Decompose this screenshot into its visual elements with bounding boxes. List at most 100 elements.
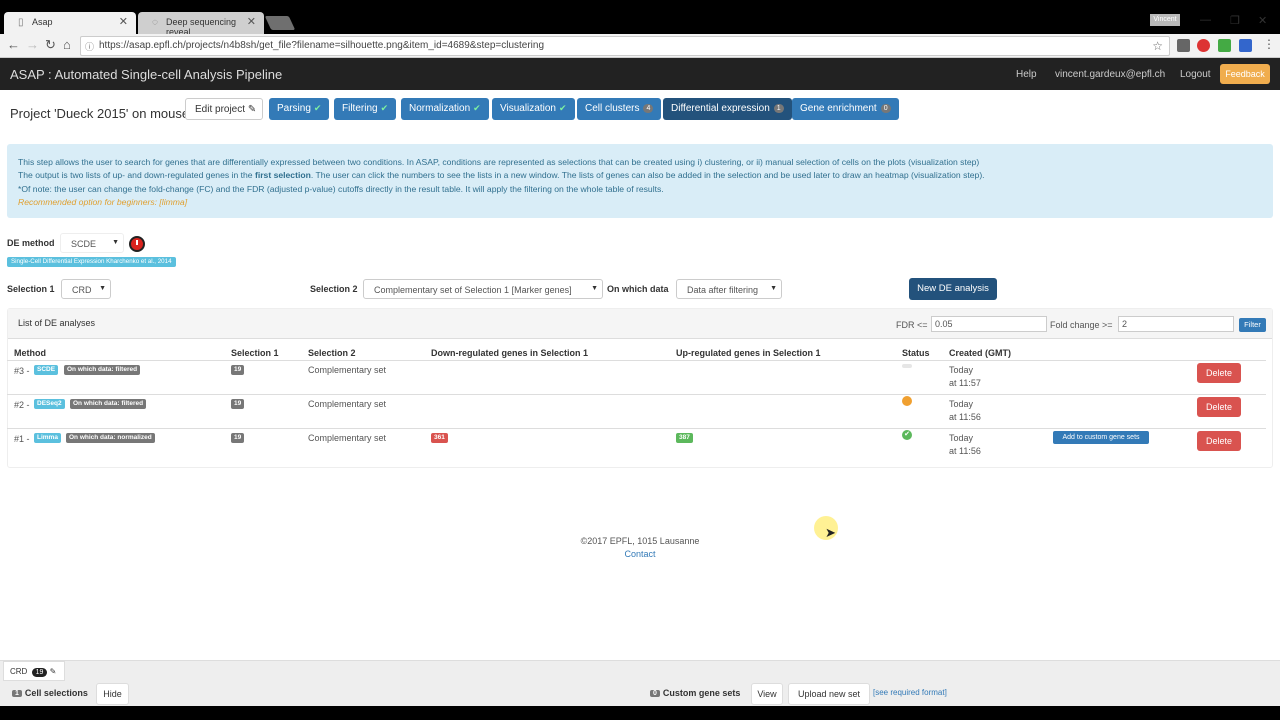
pencil-icon[interactable]: ✎ — [50, 667, 57, 676]
filter-button[interactable]: Filter — [1239, 318, 1266, 332]
url-input[interactable]: ⓘ https://asap.epfl.ch/projects/n4b8sh/g… — [80, 36, 1170, 56]
step-gene-enrichment[interactable]: Gene enrichment 0 — [792, 98, 899, 120]
step-label: Gene enrichment — [800, 103, 877, 114]
page-icon: ▯ — [18, 17, 24, 28]
close-icon[interactable]: ✕ — [247, 15, 256, 28]
step-parsing[interactable]: Parsing ✔ — [269, 98, 330, 120]
step-filtering[interactable]: Filtering ✔ — [334, 98, 397, 120]
which-data-select[interactable]: Data after filtering ▼ — [676, 279, 782, 299]
created-date: Today — [949, 399, 974, 409]
step-normalization[interactable]: Normalization ✔ — [401, 98, 489, 120]
fold-change-input[interactable]: 2 — [1118, 316, 1234, 332]
selection1-count-badge[interactable]: 19 — [231, 433, 245, 443]
info-alert: This step allows the user to search for … — [7, 144, 1273, 218]
close-window-icon[interactable]: ✕ — [1258, 14, 1267, 27]
contact-link[interactable]: Contact — [624, 549, 655, 559]
check-icon: ✔ — [473, 103, 481, 113]
col-header-down: Down-regulated genes in Selection 1 — [431, 348, 589, 358]
delete-button[interactable]: Delete — [1197, 363, 1241, 383]
method-badge: SCDE — [34, 365, 59, 375]
row-id: #3 - — [14, 366, 30, 376]
back-icon[interactable]: ← — [7, 37, 20, 52]
view-button[interactable]: View — [751, 683, 783, 705]
data-badge: On which data: filtered — [64, 365, 141, 375]
selection1-count-badge[interactable]: 19 — [231, 399, 245, 409]
reload-icon[interactable]: ↻ — [45, 37, 56, 53]
user-link[interactable]: vincent.gardeux@epfl.ch — [1055, 69, 1165, 80]
step-label: Normalization — [409, 103, 471, 114]
forward-icon[interactable]: → — [26, 37, 39, 52]
minimize-icon[interactable]: — — [1200, 14, 1211, 26]
col-header-status: Status — [902, 348, 930, 358]
down-regulated-count-badge[interactable]: 361 — [431, 433, 448, 443]
selection2-label: Selection 2 — [310, 284, 358, 294]
panel-title: List of DE analyses — [18, 318, 96, 328]
chevron-down-icon: ▼ — [591, 285, 598, 292]
logout-link[interactable]: Logout — [1180, 69, 1211, 80]
required-format-link[interactable]: [see required format] — [873, 688, 947, 697]
check-icon: ✔ — [313, 103, 322, 113]
feedback-button[interactable]: Feedback — [1220, 64, 1270, 84]
info-line: This step allows the user to search for … — [18, 157, 980, 167]
fdr-label: FDR <= — [896, 320, 928, 330]
loading-icon: ◌ — [152, 17, 158, 28]
extension-icon[interactable] — [1177, 39, 1190, 52]
extension-icon[interactable] — [1218, 39, 1231, 52]
new-tab-button[interactable] — [264, 16, 296, 30]
step-differential-expression[interactable]: Differential expression 1 — [663, 98, 792, 120]
step-count-badge: 0 — [880, 104, 891, 113]
extension-icon[interactable] — [1239, 39, 1252, 52]
status-running-icon — [902, 364, 912, 368]
browser-tab-deep-seq[interactable]: ◌ Deep sequencing reveal ✕ — [138, 12, 264, 37]
brand-title[interactable]: ASAP : Automated Single-cell Analysis Pi… — [10, 67, 282, 82]
pencil-icon: ✎ — [247, 104, 257, 115]
close-icon[interactable]: ✕ — [119, 15, 128, 28]
data-badge: On which data: normalized — [66, 433, 155, 443]
adblock-icon[interactable] — [1197, 39, 1210, 52]
step-label: Parsing — [277, 103, 311, 114]
fold-change-label: Fold change >= — [1050, 320, 1113, 330]
fdr-input[interactable]: 0.05 — [931, 316, 1047, 332]
panel-heading: List of DE analyses FDR <= 0.05 Fold cha… — [8, 309, 1272, 339]
help-link[interactable]: Help — [1016, 69, 1037, 80]
hide-button[interactable]: Hide — [96, 683, 129, 705]
selection-tag-label: CRD — [10, 667, 28, 676]
screen-bottom-edge — [0, 706, 1280, 720]
step-label: Visualization — [500, 103, 556, 114]
bookmark-star-icon[interactable]: ☆ — [1152, 39, 1163, 53]
step-cell-clusters[interactable]: Cell clusters 4 — [577, 98, 662, 120]
check-icon: ✔ — [380, 103, 389, 113]
edit-project-button[interactable]: Edit project ✎ — [185, 98, 263, 120]
selection-count-badge: 19 — [31, 668, 48, 677]
chevron-down-icon: ▼ — [112, 239, 119, 246]
upload-new-set-button[interactable]: Upload new set — [788, 683, 870, 705]
selection1-label: Selection 1 — [7, 284, 55, 294]
up-regulated-count-badge[interactable]: 387 — [676, 433, 693, 443]
selection-tag[interactable]: CRD 19 ✎ — [3, 661, 65, 681]
created-date: Today — [949, 433, 974, 443]
home-icon[interactable]: ⌂ — [63, 37, 71, 52]
new-de-analysis-button[interactable]: New DE analysis — [909, 278, 997, 300]
app-navbar: ASAP : Automated Single-cell Analysis Pi… — [0, 58, 1280, 90]
selection2-select[interactable]: Complementary set of Selection 1 [Marker… — [363, 279, 603, 299]
created-time: at 11:56 — [949, 412, 981, 422]
browser-tab-asap[interactable]: ▯ Asap ✕ — [4, 12, 136, 34]
method-badge: DESeq2 — [34, 399, 65, 409]
chevron-down-icon: ▼ — [770, 285, 777, 292]
copyright-text: ©2017 EPFL, 1015 Lausanne — [580, 536, 700, 546]
cell-selections-label: 1 Cell selections — [12, 688, 88, 698]
delete-button[interactable]: Delete — [1197, 397, 1241, 417]
selection1-count-badge[interactable]: 19 — [231, 365, 245, 375]
add-to-custom-gene-sets-button[interactable]: Add to custom gene sets — [1053, 431, 1149, 444]
menu-icon[interactable]: ⋮ — [1263, 37, 1275, 51]
delete-button[interactable]: Delete — [1197, 431, 1241, 451]
selection1-select[interactable]: CRD ▼ — [61, 279, 111, 299]
citation-badge: Single-Cell Differential Expression Khar… — [7, 257, 176, 267]
url-text: https://asap.epfl.ch/projects/n4b8sh/get… — [99, 40, 545, 51]
step-visualization[interactable]: Visualization ✔ — [492, 98, 575, 120]
which-data-label: On which data — [607, 284, 669, 294]
de-method-label: DE method — [7, 238, 55, 248]
de-method-select[interactable]: SCDE ▼ — [60, 233, 124, 253]
restore-icon[interactable]: ❐ — [1230, 14, 1240, 27]
project-title: Project 'Dueck 2015' on mouse — [10, 106, 190, 121]
